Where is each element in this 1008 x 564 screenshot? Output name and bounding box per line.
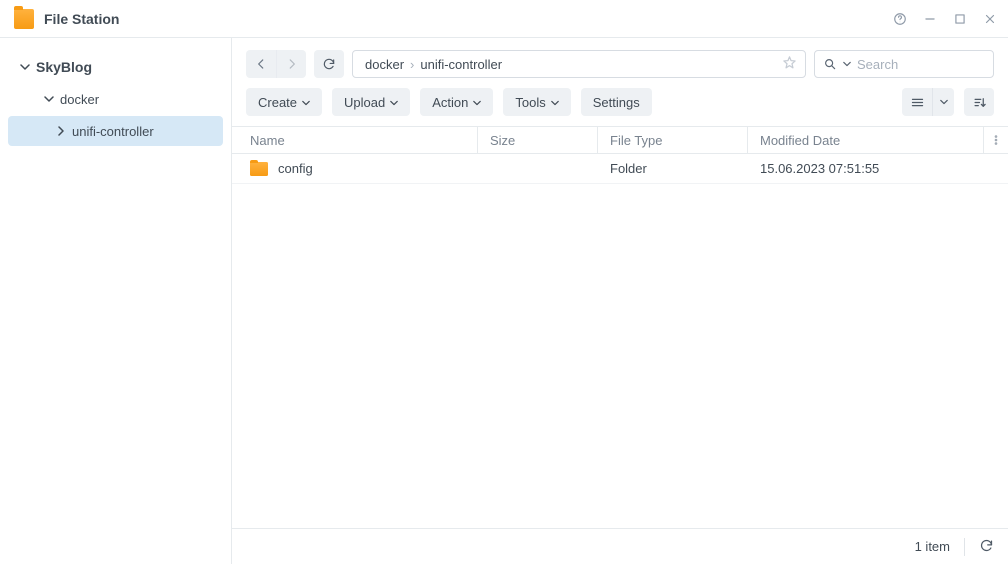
tree-root-label: SkyBlog	[36, 59, 92, 75]
chevron-down-icon	[302, 95, 310, 110]
sidebar: SkyBlog docker unifi-controller	[0, 38, 232, 564]
view-mode-group	[902, 88, 954, 116]
cell-name: config	[278, 161, 313, 176]
column-header-size[interactable]: Size	[478, 127, 598, 153]
column-header-type[interactable]: File Type	[598, 127, 748, 153]
caret-down-icon	[20, 62, 30, 72]
help-icon[interactable]	[892, 11, 908, 27]
cell-type: Folder	[610, 161, 647, 176]
cell-date: 15.06.2023 07:51:55	[760, 161, 879, 176]
main-panel: docker › unifi-controller	[232, 38, 1008, 564]
maximize-icon[interactable]	[952, 11, 968, 27]
folder-icon	[250, 162, 268, 176]
breadcrumb-segment[interactable]: docker	[365, 57, 404, 72]
caret-right-icon	[56, 126, 66, 136]
create-button[interactable]: Create	[246, 88, 322, 116]
breadcrumb-segment[interactable]: unifi-controller	[420, 57, 502, 72]
table-header: Name Size File Type Modified Date	[232, 126, 1008, 154]
chevron-down-icon	[473, 95, 481, 110]
column-header-name[interactable]: Name	[232, 127, 478, 153]
tree-root[interactable]: SkyBlog	[0, 52, 231, 82]
chevron-down-icon	[390, 95, 398, 110]
close-icon[interactable]	[982, 11, 998, 27]
tools-button[interactable]: Tools	[503, 88, 570, 116]
nav-group	[246, 50, 306, 78]
status-bar: 1 item	[232, 528, 1008, 564]
table-row[interactable]: config Folder 15.06.2023 07:51:55	[232, 154, 1008, 184]
nav-back-button[interactable]	[246, 50, 276, 78]
settings-button[interactable]: Settings	[581, 88, 652, 116]
sidebar-item-docker[interactable]: docker	[8, 84, 223, 114]
sort-button[interactable]	[964, 88, 994, 116]
upload-button[interactable]: Upload	[332, 88, 410, 116]
search-bar[interactable]	[814, 50, 994, 78]
view-mode-dropdown[interactable]	[932, 88, 954, 116]
chevron-down-icon[interactable]	[843, 60, 851, 68]
list-view-button[interactable]	[902, 88, 932, 116]
sidebar-item-label: unifi-controller	[72, 124, 154, 139]
breadcrumb[interactable]: docker › unifi-controller	[352, 50, 806, 78]
action-button[interactable]: Action	[420, 88, 493, 116]
sidebar-item-label: docker	[60, 92, 99, 107]
app-folder-icon	[14, 9, 34, 29]
favorite-star-icon[interactable]	[782, 55, 797, 73]
sidebar-item-unifi-controller[interactable]: unifi-controller	[8, 116, 223, 146]
refresh-button[interactable]	[314, 50, 344, 78]
minimize-icon[interactable]	[922, 11, 938, 27]
table-body: config Folder 15.06.2023 07:51:55	[232, 154, 1008, 528]
chevron-right-icon: ›	[410, 57, 414, 72]
item-count: 1 item	[915, 539, 950, 554]
column-header-date[interactable]: Modified Date	[748, 127, 984, 153]
app-title: File Station	[44, 11, 119, 27]
search-icon	[823, 57, 837, 71]
nav-forward-button[interactable]	[276, 50, 306, 78]
caret-down-icon	[44, 94, 54, 104]
search-input[interactable]	[857, 57, 985, 72]
refresh-status-button[interactable]	[979, 538, 994, 556]
titlebar: File Station	[0, 0, 1008, 38]
column-menu-icon[interactable]	[984, 127, 1008, 153]
chevron-down-icon	[551, 95, 559, 110]
